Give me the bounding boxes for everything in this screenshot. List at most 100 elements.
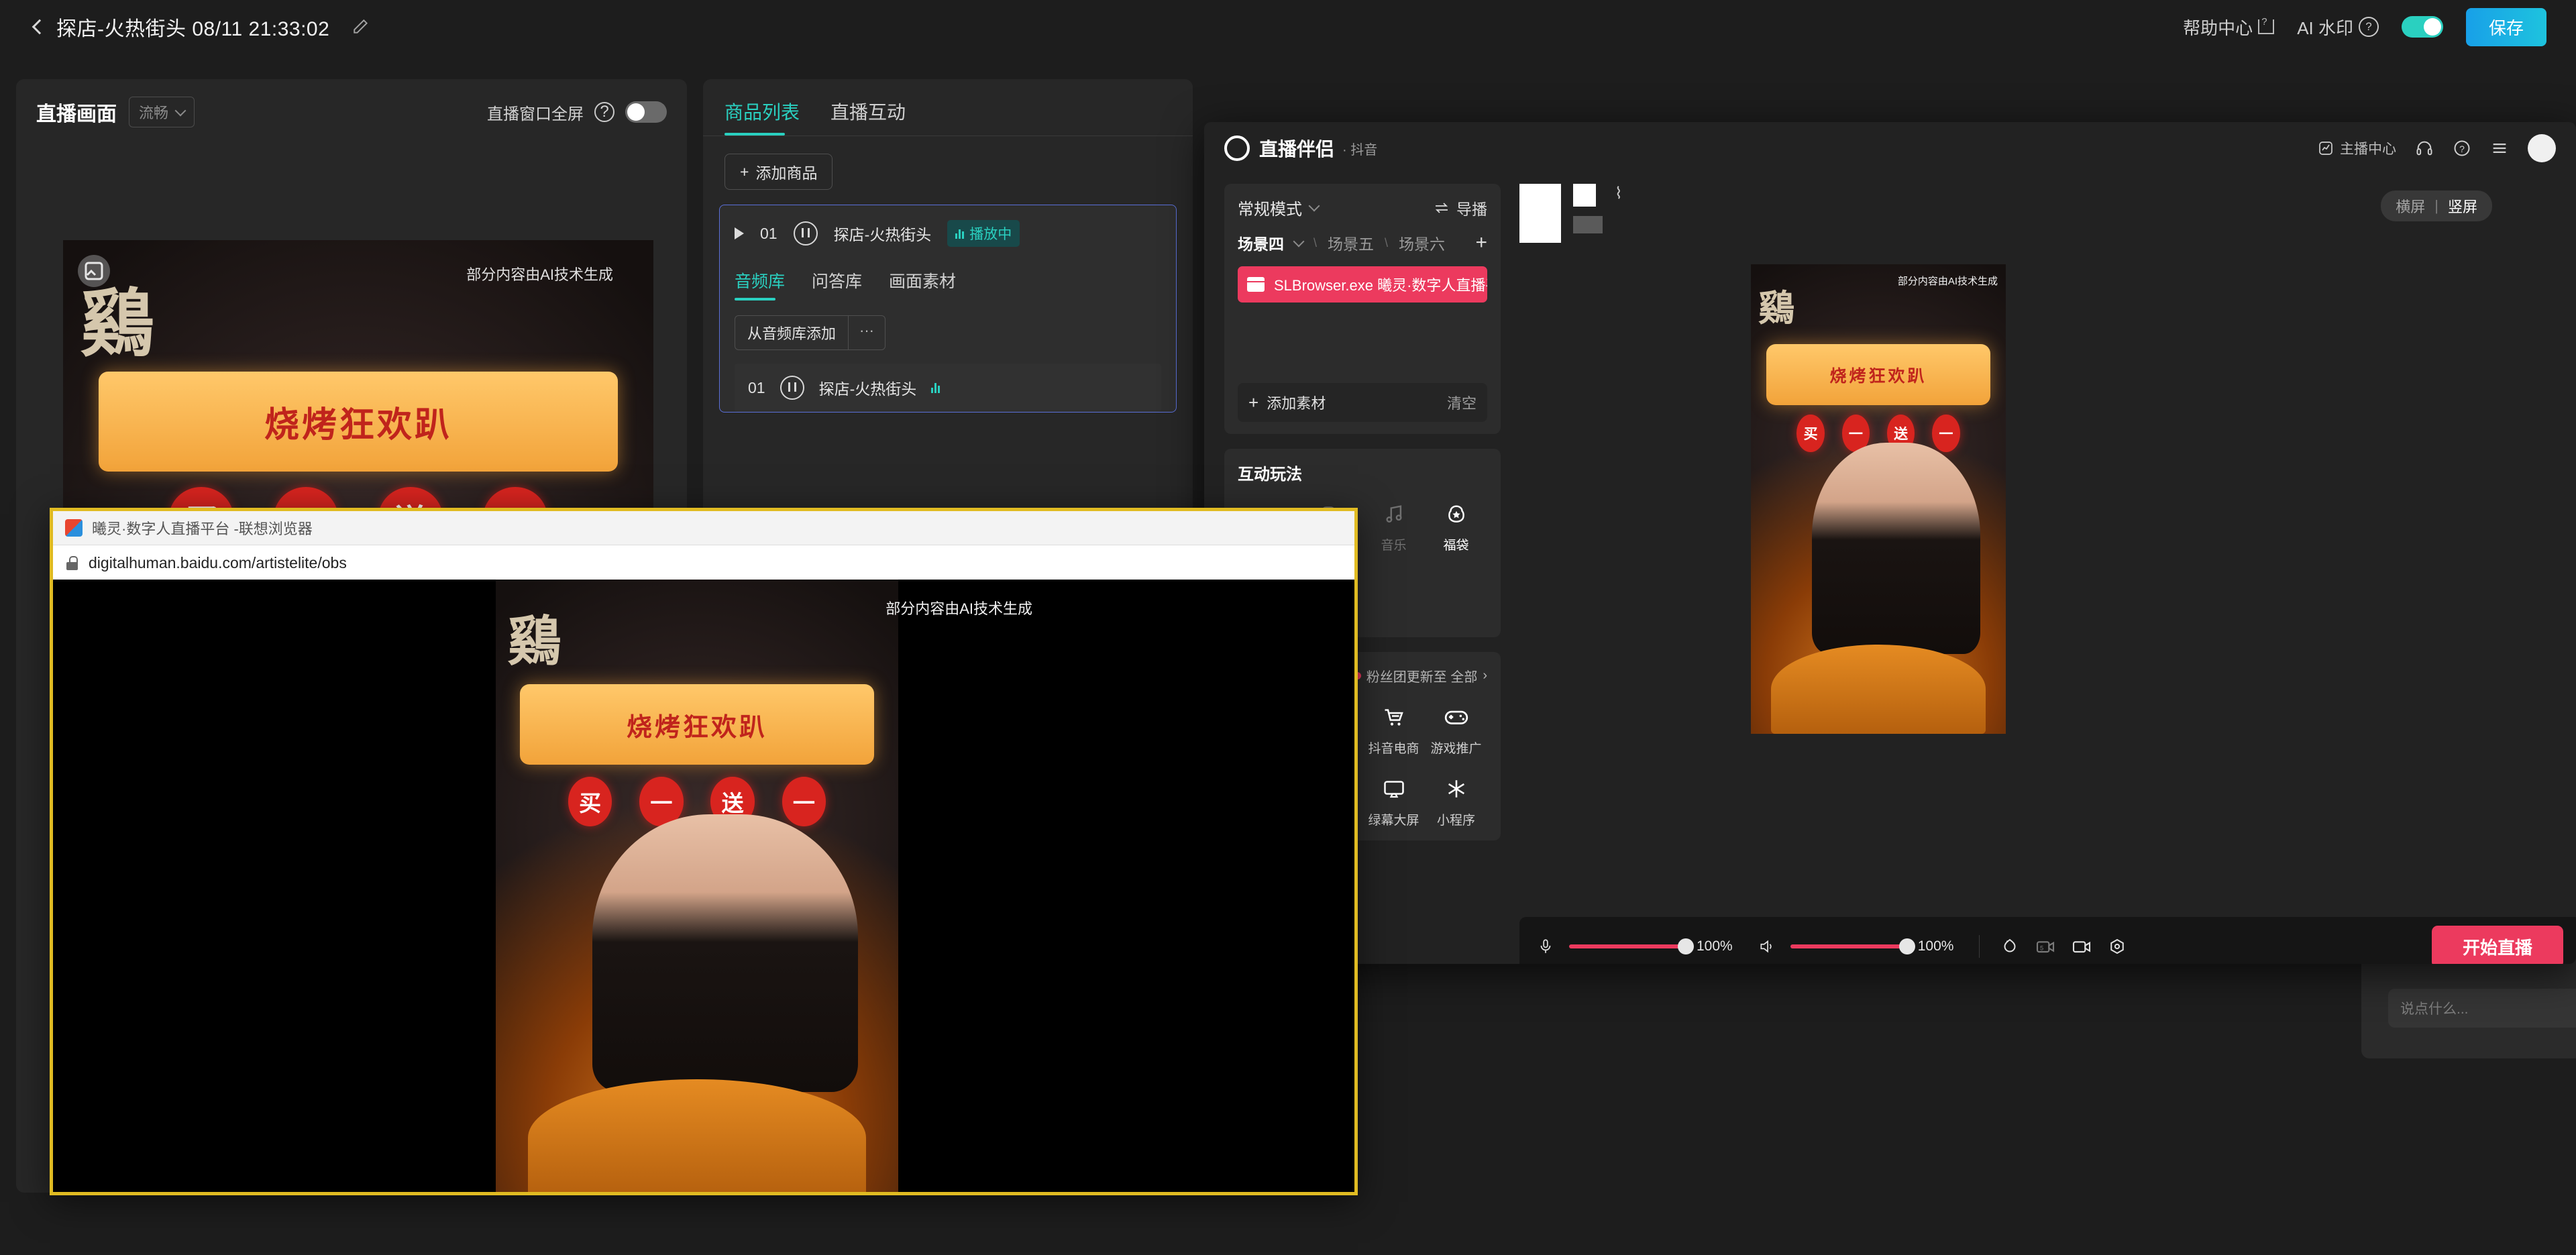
add-image-icon[interactable] (78, 255, 110, 287)
director-label: 导播 (1456, 200, 1487, 218)
food-tray (1771, 645, 1986, 734)
banner-arch: 烧烤狂欢趴 (520, 684, 874, 765)
companion-titlebar: 直播伴侣 · 抖音 主播中心 ? (1204, 122, 2576, 162)
director-button[interactable]: 导播 (1434, 197, 1487, 219)
tool-douyin-ecommerce[interactable]: 抖音电商 (1362, 702, 1425, 757)
mode-label[interactable]: 常规模式 (1238, 196, 1302, 219)
audio-row[interactable]: 01 探店-火热街头 (735, 364, 1161, 412)
scene-thumbnails: ⌇ (1519, 184, 1623, 243)
monitor-icon (1379, 774, 1409, 804)
help-circle-icon[interactable]: ? (2358, 17, 2379, 37)
camera-5-icon[interactable]: 5 (2035, 937, 2056, 956)
browser-logo-icon (65, 519, 83, 537)
panel-tabs: 商品列表 直播互动 (703, 79, 1193, 135)
speaker-icon[interactable] (1758, 938, 1776, 955)
interaction-lucky-bag[interactable]: 福袋 (1425, 499, 1487, 553)
quality-select[interactable]: 流畅 (129, 97, 195, 127)
clear-sources-button[interactable]: 清空 (1447, 392, 1477, 413)
scene-tab-4[interactable]: 场景四 (1238, 231, 1284, 254)
scene-thumbnail[interactable] (1519, 184, 1561, 243)
library-subtabs: 音频库 问答库 画面素材 (720, 262, 1176, 301)
lucky-bag-icon (1442, 499, 1471, 529)
chevron-left-icon[interactable] (30, 19, 44, 34)
mic-icon[interactable] (1537, 938, 1554, 955)
scene-thumbnail-small[interactable] (1573, 184, 1596, 207)
camera-icon[interactable] (2071, 937, 2092, 956)
fullscreen-toggle[interactable] (625, 101, 667, 123)
browser-address-bar[interactable]: digitalhuman.baidu.com/artistelite/obs (53, 545, 1354, 580)
pause-circle-icon[interactable] (793, 221, 818, 245)
source-item-slbrowser[interactable]: SLBrowser.exe 曦灵·数字人直播平台 -... (1238, 266, 1487, 303)
beauty-icon[interactable] (2000, 936, 2020, 957)
interaction-title: 互动玩法 (1238, 466, 1302, 484)
tool-label: 绿幕大屏 (1368, 814, 1419, 828)
expand-triangle-icon[interactable] (735, 227, 744, 239)
help-circle-icon[interactable]: ? (2453, 139, 2471, 158)
host-figure (592, 814, 858, 1092)
add-scene-button[interactable]: + (1475, 231, 1487, 254)
product-card[interactable]: 01 探店-火热街头 播放中 音频库 问答库 画面素材 从音频库添加 ··· 0… (719, 205, 1177, 413)
top-bar: 探店-火热街头 08/11 21:33:02 帮助中心 AI 水印 ? 保存 (0, 0, 2576, 54)
avatar[interactable] (2528, 134, 2556, 162)
digital-human-stage: 鷄 烧烤狂欢趴 买一送一 (496, 580, 898, 1192)
quality-value: 流畅 (139, 105, 169, 121)
add-from-audio-library-button[interactable]: 从音频库添加 (735, 316, 848, 349)
banner-text: 烧烤狂欢趴 (264, 405, 452, 445)
scene-tab-5[interactable]: 场景五 (1328, 231, 1374, 254)
start-live-button[interactable]: 开始直播 (2431, 925, 2563, 964)
add-source-button[interactable]: 添加素材 (1267, 392, 1326, 413)
tool-green-screen[interactable]: 绿幕大屏 (1362, 774, 1425, 828)
ai-watermark-toggle[interactable] (2401, 16, 2443, 38)
speaker-volume-slider[interactable]: 100% (1790, 938, 1953, 954)
tab-product-list[interactable]: 商品列表 (724, 98, 800, 135)
ai-notice: 部分内容由AI技术生成 (885, 600, 1032, 617)
tab-live-interaction[interactable]: 直播互动 (830, 98, 906, 135)
anchor-center-link[interactable]: 主播中心 (2318, 138, 2396, 158)
help-circle-icon[interactable]: ? (594, 102, 614, 122)
subtab-audio-library[interactable]: 音频库 (735, 268, 785, 301)
scene-separator: \ (1313, 235, 1318, 250)
orientation-landscape[interactable]: 横屏 (2396, 195, 2425, 217)
transition-icon[interactable]: ⌇ (1615, 184, 1623, 203)
chevron-down-icon[interactable] (1308, 200, 1320, 212)
portrait-preview[interactable]: 鷄 烧烤狂欢趴 买一送一 部分内容由AI技术生成 (1751, 264, 2006, 734)
live-preview-title: 直播画面 (36, 103, 117, 125)
save-button[interactable]: 保存 (2465, 7, 2546, 46)
headset-icon[interactable] (2415, 139, 2434, 158)
menu-icon[interactable] (2490, 139, 2509, 158)
tool-game-promotion[interactable]: 游戏推广 (1425, 702, 1487, 757)
banner-text: 烧烤狂欢趴 (626, 713, 767, 742)
comment-input[interactable]: 说点什么... (2388, 989, 2576, 1028)
browser-url: digitalhuman.baidu.com/artistelite/obs (89, 553, 347, 571)
fullscreen-label: 直播窗口全屏 (487, 105, 584, 123)
pause-circle-icon[interactable] (780, 376, 804, 400)
add-product-button[interactable]: + 添加商品 (724, 154, 833, 190)
fans-club-link[interactable]: 粉丝团更新至 全部 › (1353, 666, 1487, 686)
interaction-music[interactable]: 音乐 (1362, 499, 1425, 553)
pencil-icon[interactable] (352, 18, 370, 36)
scene-tab-6[interactable]: 场景六 (1399, 231, 1445, 254)
app-name: 直播伴侣 (1259, 139, 1335, 160)
more-options-button[interactable]: ··· (848, 316, 885, 349)
ai-watermark-label: AI 水印 (2297, 17, 2353, 38)
help-center-link[interactable]: 帮助中心 (2183, 15, 2275, 40)
browser-content: 鷄 烧烤狂欢趴 买一送一 部分内容由AI技术生成 (53, 580, 1354, 1192)
chevron-down-icon[interactable] (1293, 235, 1305, 247)
tool-mini-program[interactable]: 小程序 (1425, 774, 1487, 828)
browser-title: 曦灵·数字人直播平台 -联想浏览器 (92, 521, 313, 537)
subtab-qa-library[interactable]: 问答库 (812, 268, 862, 301)
svg-text:?: ? (2459, 144, 2465, 154)
orientation-portrait[interactable]: 竖屏 (2448, 195, 2477, 217)
preview-stage: 鷄 烧烤狂欢趴 买一送一 部分内容由AI技术生成 (1519, 264, 2546, 821)
subtab-scene-material[interactable]: 画面素材 (889, 268, 956, 301)
product-row[interactable]: 01 探店-火热街头 播放中 (720, 205, 1176, 262)
audio-name: 探店-火热街头 (818, 380, 917, 398)
tool-label: 小程序 (1436, 814, 1475, 828)
settings-icon[interactable] (2107, 936, 2127, 957)
lock-icon (66, 555, 78, 570)
mini-program-icon (1442, 774, 1471, 804)
scene-thumbnail-small[interactable] (1573, 216, 1603, 233)
stream-photo: 鷄 烧烤狂欢趴 买一送一 (1751, 264, 2006, 734)
svg-text:5: 5 (2040, 944, 2043, 951)
mic-volume-slider[interactable]: 100% (1569, 938, 1733, 954)
